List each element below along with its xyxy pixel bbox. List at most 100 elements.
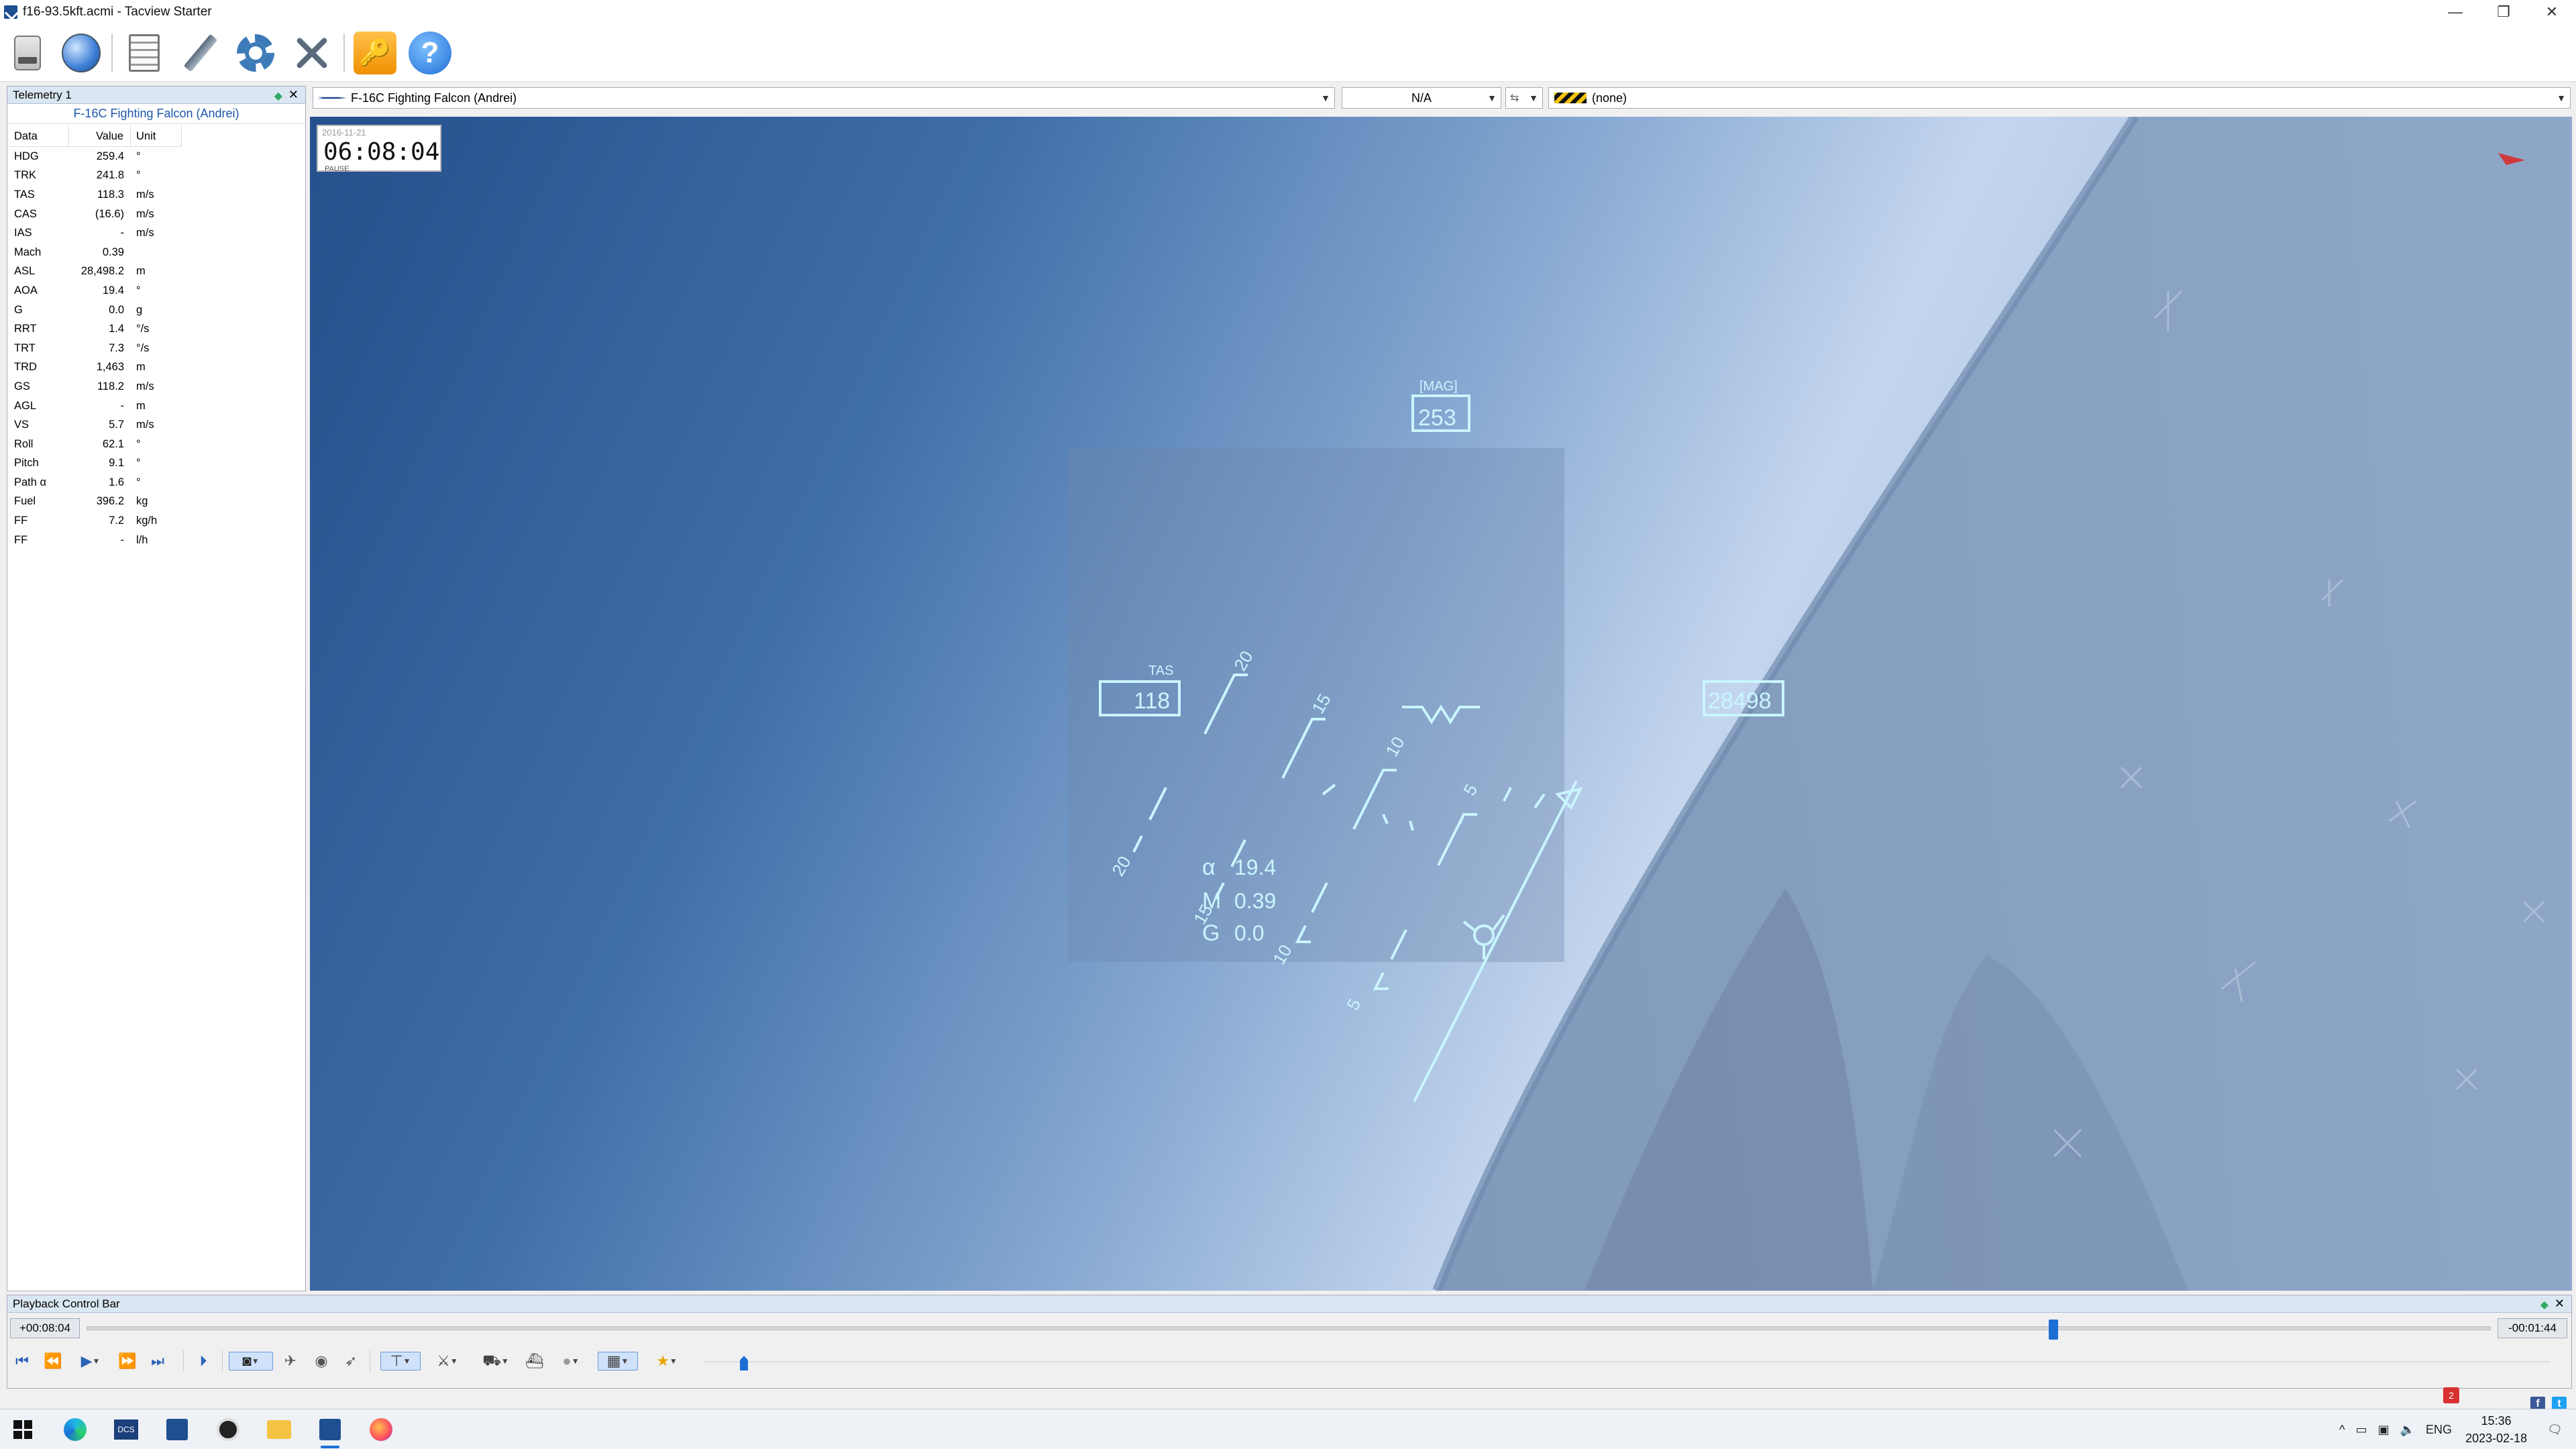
- pin-icon[interactable]: ◆: [2540, 1298, 2548, 1311]
- main-toolbar: 🔑 ?: [0, 24, 2576, 82]
- chevron-down-icon: ▼: [1487, 93, 1497, 103]
- tacview-active-taskbar-button[interactable]: [315, 1415, 345, 1448]
- primary-object-select[interactable]: F-16C Fighting Falcon (Andrei) ▼: [313, 87, 1335, 109]
- telemetry-name: Mach: [14, 246, 42, 258]
- telemetry-value: 28,498.2: [80, 265, 124, 278]
- telemetry-name: TRT: [14, 341, 36, 354]
- weapon-filter-icon[interactable]: ⚔ ▼: [427, 1352, 468, 1371]
- tray-chevron-icon[interactable]: ^: [2339, 1423, 2345, 1437]
- telemetry-value: 0.39: [102, 246, 124, 258]
- clock-date: 2023-02-18: [2465, 1432, 2528, 1445]
- camera-weapon-icon[interactable]: ➶: [339, 1352, 363, 1371]
- edge-taskbar-button[interactable]: [60, 1415, 90, 1444]
- firefox-taskbar-button[interactable]: [366, 1415, 396, 1444]
- telemetry-value: 1,463: [96, 361, 124, 374]
- pitch-label: 5: [1459, 780, 1481, 799]
- telemetry-row: G 0.0 g: [7, 301, 182, 320]
- camera-aircraft-icon[interactable]: ✈: [278, 1352, 303, 1371]
- telemetry-unit: g: [136, 303, 143, 316]
- telemetry-unit: l/h: [136, 533, 148, 546]
- volume-icon[interactable]: 🔈: [2400, 1423, 2415, 1437]
- telemetry-close-button[interactable]: ✕: [288, 88, 299, 102]
- pitch-label: 5: [1342, 995, 1364, 1014]
- aircraft-icon: [317, 97, 347, 99]
- loop-icon[interactable]: ⏵: [195, 1352, 211, 1371]
- vehicle-filter-icon[interactable]: ⛟ ▼: [474, 1352, 517, 1371]
- timeline-thumb[interactable]: [2048, 1320, 2058, 1340]
- maximize-button[interactable]: ❐: [2479, 0, 2528, 24]
- step-back-icon[interactable]: ⏪: [44, 1352, 62, 1371]
- dcs-taskbar-button[interactable]: DCS: [111, 1415, 141, 1444]
- label-filter-icon[interactable]: ⊤ ▼: [380, 1352, 421, 1371]
- telemetry-row: ASL 28,498.2 m: [7, 262, 182, 282]
- obs-icon: [217, 1418, 239, 1441]
- obs-taskbar-button[interactable]: [213, 1415, 243, 1444]
- pitch-ladder-line: [1437, 813, 1477, 866]
- telemetry-row: Roll 62.1 °: [7, 435, 182, 454]
- open-recording-button[interactable]: [3, 28, 52, 78]
- fast-forward-icon[interactable]: ⏩: [118, 1352, 136, 1371]
- primary-object-value: F-16C Fighting Falcon (Andrei): [351, 91, 517, 105]
- ship-filter-icon[interactable]: ⛴: [523, 1352, 547, 1371]
- display-icon[interactable]: ▣: [2378, 1423, 2390, 1437]
- secondary-value-select[interactable]: N/A ▼: [1342, 87, 1501, 109]
- playback-close-button[interactable]: ✕: [2555, 1297, 2565, 1311]
- telemetry-unit: °: [136, 150, 141, 162]
- play-icon[interactable]: ▶ ▼: [76, 1352, 105, 1371]
- help-button[interactable]: ?: [405, 28, 455, 78]
- skip-to-start-icon[interactable]: ⏮: [14, 1352, 30, 1371]
- telemetry-panel-title: Telemetry 1: [13, 88, 72, 101]
- telemetry-value: 1.4: [109, 323, 124, 335]
- firefox-icon: [370, 1418, 392, 1441]
- pen-button[interactable]: [176, 28, 225, 78]
- ground-filter-icon[interactable]: ● ▼: [551, 1352, 591, 1371]
- target-object-select[interactable]: (none) ▼: [1548, 87, 2571, 109]
- relation-select[interactable]: ⇆ ▼: [1505, 87, 1543, 109]
- bookmark-star-icon[interactable]: ★ ▼: [650, 1352, 684, 1371]
- start-button[interactable]: [8, 1415, 38, 1444]
- close-button[interactable]: ✕: [2528, 0, 2576, 24]
- tools-button[interactable]: [287, 28, 337, 78]
- license-button[interactable]: 🔑: [350, 28, 400, 78]
- language-indicator[interactable]: ENG: [2426, 1423, 2452, 1437]
- explorer-taskbar-button[interactable]: [264, 1415, 294, 1444]
- system-clock[interactable]: 15:36 2023-02-18: [2465, 1412, 2527, 1447]
- globe-button[interactable]: [56, 28, 106, 78]
- pin-icon[interactable]: ◆: [274, 89, 282, 103]
- document-button[interactable]: [119, 28, 169, 78]
- folder-icon: [267, 1420, 291, 1439]
- settings-button[interactable]: [231, 28, 280, 78]
- toolbar-separator: [111, 34, 113, 72]
- telemetry-unit: °/s: [136, 323, 150, 335]
- column-header-unit[interactable]: Unit: [131, 125, 182, 147]
- camera-globe-icon[interactable]: ◉: [309, 1352, 333, 1371]
- hazard-stripe-icon: [1554, 93, 1587, 103]
- telemetry-value: 7.2: [109, 515, 124, 527]
- telemetry-value: 19.4: [102, 284, 124, 297]
- chevron-down-icon: ▼: [2557, 93, 2566, 103]
- timeline-slider[interactable]: [87, 1326, 2491, 1330]
- 3d-view[interactable]: 2016-11-21 06:08:04 PAUSE [MAG] 253 TAS …: [310, 117, 2572, 1291]
- alpha-value: 19.4: [1234, 855, 1276, 879]
- telemetry-value: 0.0: [109, 303, 124, 316]
- telemetry-name: Roll: [14, 437, 34, 450]
- mach-value: 0.39: [1234, 889, 1276, 913]
- minimize-button[interactable]: —: [2431, 0, 2479, 24]
- notifications-icon[interactable]: 🗨: [2547, 1423, 2563, 1437]
- tacview-taskbar-button[interactable]: [162, 1415, 192, 1444]
- column-header-data[interactable]: Data: [7, 125, 69, 147]
- skip-to-end-icon[interactable]: ⏭: [150, 1352, 166, 1371]
- telemetry-name: TAS: [14, 188, 35, 201]
- telemetry-value: -: [120, 533, 125, 546]
- telemetry-name: FF: [14, 533, 28, 546]
- playback-speed-track[interactable]: [705, 1361, 2550, 1362]
- map-overlay-icon[interactable]: ▦ ▼: [598, 1352, 638, 1371]
- column-header-value[interactable]: Value: [69, 125, 131, 147]
- camera-cockpit-icon[interactable]: ◙ ▼: [229, 1352, 273, 1371]
- telemetry-row: AOA 19.4 °: [7, 281, 182, 301]
- help-icon: ?: [409, 32, 451, 74]
- notification-icon[interactable]: 2: [2443, 1387, 2459, 1403]
- network-icon[interactable]: ▭: [2356, 1423, 2367, 1437]
- telemetry-object-name: F-16C Fighting Falcon (Andrei): [7, 104, 305, 124]
- playback-speed-thumb[interactable]: [740, 1356, 748, 1371]
